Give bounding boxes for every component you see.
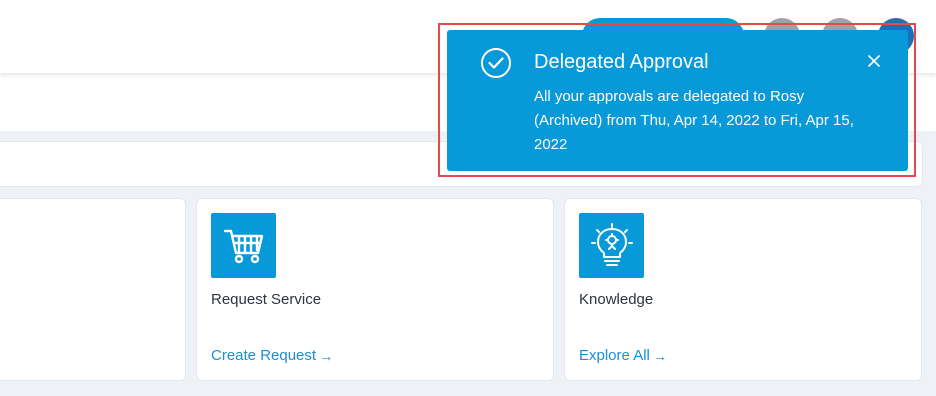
arrow-right-icon: → [652,347,667,364]
link-label: Create Request [211,347,317,364]
request-service-card: Request Service Create Request → [196,198,554,381]
page: Request Service Create Request → Knowled… [0,0,936,396]
card-title: Request Service [211,291,322,308]
service-card [0,198,186,381]
highlight-outline [438,23,916,177]
card-title: Knowledge [579,291,654,308]
create-request-link[interactable]: Create Request → [211,347,333,364]
link-label: Explore All [579,347,650,364]
lightbulb-icon [579,213,644,278]
explore-all-link[interactable]: Explore All → [579,347,667,364]
knowledge-card: Knowledge Explore All → [564,198,922,381]
cart-icon [211,213,276,278]
arrow-right-icon: → [319,347,334,364]
